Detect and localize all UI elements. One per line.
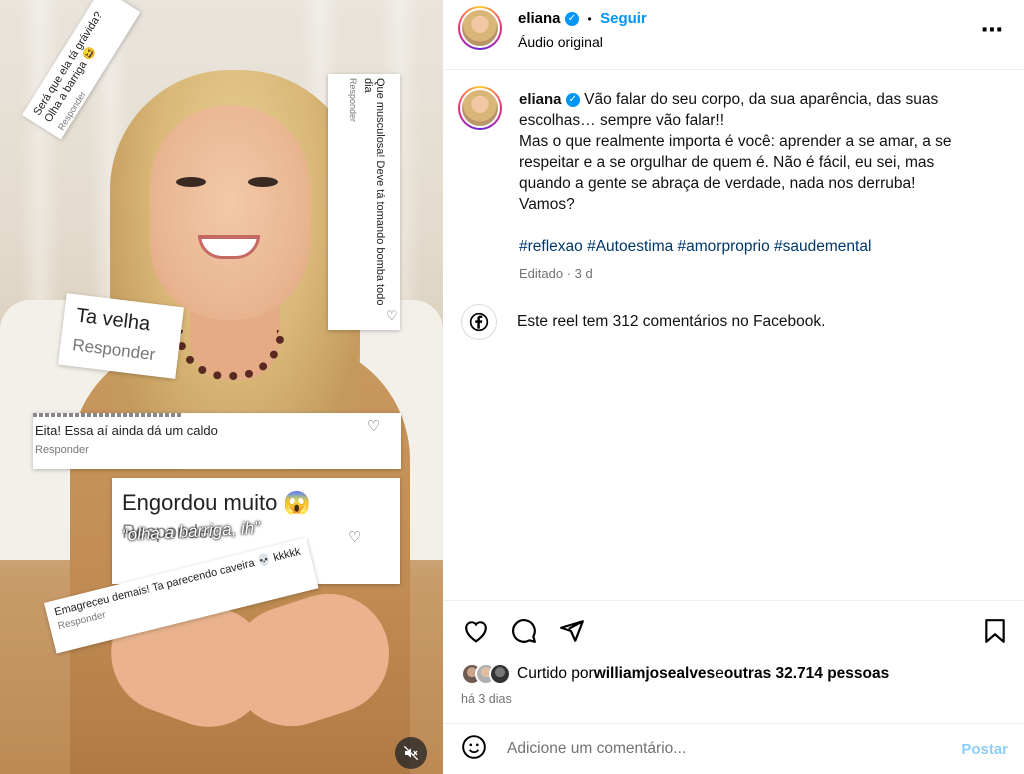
audio-label[interactable]: Áudio original bbox=[518, 34, 603, 50]
facebook-comments-row[interactable]: Este reel tem 312 comentários no Faceboo… bbox=[461, 304, 825, 340]
speaker-muted-icon bbox=[403, 745, 419, 761]
follow-button[interactable]: Seguir bbox=[600, 10, 647, 27]
liker-username[interactable]: williamjosealves bbox=[594, 665, 716, 683]
overlay-comment-text: Eita! Essa aí ainda dá um caldo bbox=[35, 423, 218, 438]
comment-input[interactable] bbox=[507, 740, 927, 758]
facebook-comments-text: Este reel tem 312 comentários no Faceboo… bbox=[517, 313, 826, 330]
overlay-comment-reply: Responder bbox=[348, 78, 358, 123]
caption-meta: Editado · 3 d bbox=[519, 266, 593, 281]
divider bbox=[443, 600, 1024, 601]
add-comment-bar: Postar bbox=[443, 723, 1024, 774]
overlay-comment-reply: Responder bbox=[35, 444, 89, 456]
heart-icon: ♡ bbox=[348, 529, 362, 546]
overlay-comment-text: Engordou muito 😱 bbox=[122, 490, 311, 515]
username[interactable]: eliana bbox=[518, 10, 561, 27]
facebook-icon bbox=[461, 304, 497, 340]
eye bbox=[248, 177, 278, 187]
send-icon bbox=[560, 620, 584, 642]
overlay-comment: Ta velha Responder bbox=[58, 293, 184, 379]
like-button[interactable] bbox=[461, 616, 491, 646]
avatar[interactable] bbox=[458, 6, 502, 50]
mute-button[interactable] bbox=[395, 737, 427, 769]
caption-username[interactable]: eliana bbox=[519, 91, 562, 108]
reel-video[interactable]: Será que ela tá grávida? Olha a barriga … bbox=[0, 0, 443, 774]
overlay-comment-text: Ta velha bbox=[74, 304, 152, 336]
post-button[interactable]: Postar bbox=[961, 741, 1008, 758]
likes-others[interactable]: outras 32.714 pessoas bbox=[724, 665, 889, 683]
heart-icon: ♡ bbox=[386, 308, 398, 323]
comment-button[interactable] bbox=[509, 616, 539, 646]
separator: • bbox=[587, 12, 592, 26]
caption-text: Vão falar do seu corpo, da sua aparência… bbox=[519, 91, 939, 129]
hashtags[interactable]: #reflexao #Autoestima #amorproprio #saud… bbox=[519, 236, 989, 257]
caption-text: Vamos? bbox=[519, 196, 575, 213]
share-button[interactable] bbox=[557, 616, 587, 646]
heart-icon bbox=[465, 621, 487, 643]
emoji-button[interactable] bbox=[461, 734, 487, 765]
caption: eliana ✓ Vão falar do seu corpo, da sua … bbox=[519, 89, 989, 257]
save-button[interactable] bbox=[980, 616, 1010, 646]
curtain-fold bbox=[20, 0, 60, 330]
emoji-icon bbox=[462, 734, 486, 759]
post-panel: eliana ✓ • Seguir Áudio original ⋯ elian… bbox=[443, 0, 1024, 774]
heart-icon: ♡ bbox=[367, 418, 381, 435]
smile bbox=[198, 235, 260, 259]
overlay-comment-text: Que musculosa! Deve tá tomando bomba tod… bbox=[362, 78, 386, 306]
more-options-icon[interactable]: ⋯ bbox=[981, 17, 1004, 43]
woman-face bbox=[150, 105, 310, 320]
overlay-comment: Eita! Essa aí ainda dá um caldo Responde… bbox=[33, 413, 401, 469]
caption-avatar[interactable] bbox=[458, 86, 502, 130]
action-bar bbox=[461, 616, 587, 646]
overlay-comment-reply: Responder bbox=[71, 335, 157, 365]
overlay-comment: Que musculosa! Deve tá tomando bomba tod… bbox=[328, 74, 400, 330]
verified-badge-icon: ✓ bbox=[564, 11, 579, 26]
liker-avatar bbox=[489, 663, 511, 685]
eye bbox=[176, 177, 206, 187]
likes-conj: e bbox=[715, 665, 724, 682]
likes-summary[interactable]: Curtido por williamjosealves e outras 32… bbox=[461, 663, 889, 685]
likes-prefix: Curtido por bbox=[517, 665, 594, 682]
verified-badge-icon: ✓ bbox=[565, 92, 580, 107]
comment-icon bbox=[512, 619, 536, 643]
post-header: eliana ✓ • Seguir Áudio original ⋯ bbox=[443, 0, 1024, 70]
bookmark-icon bbox=[985, 619, 1005, 643]
caption-text: Mas o que realmente importa é você: apre… bbox=[519, 133, 952, 192]
post-time: há 3 dias bbox=[461, 692, 512, 706]
